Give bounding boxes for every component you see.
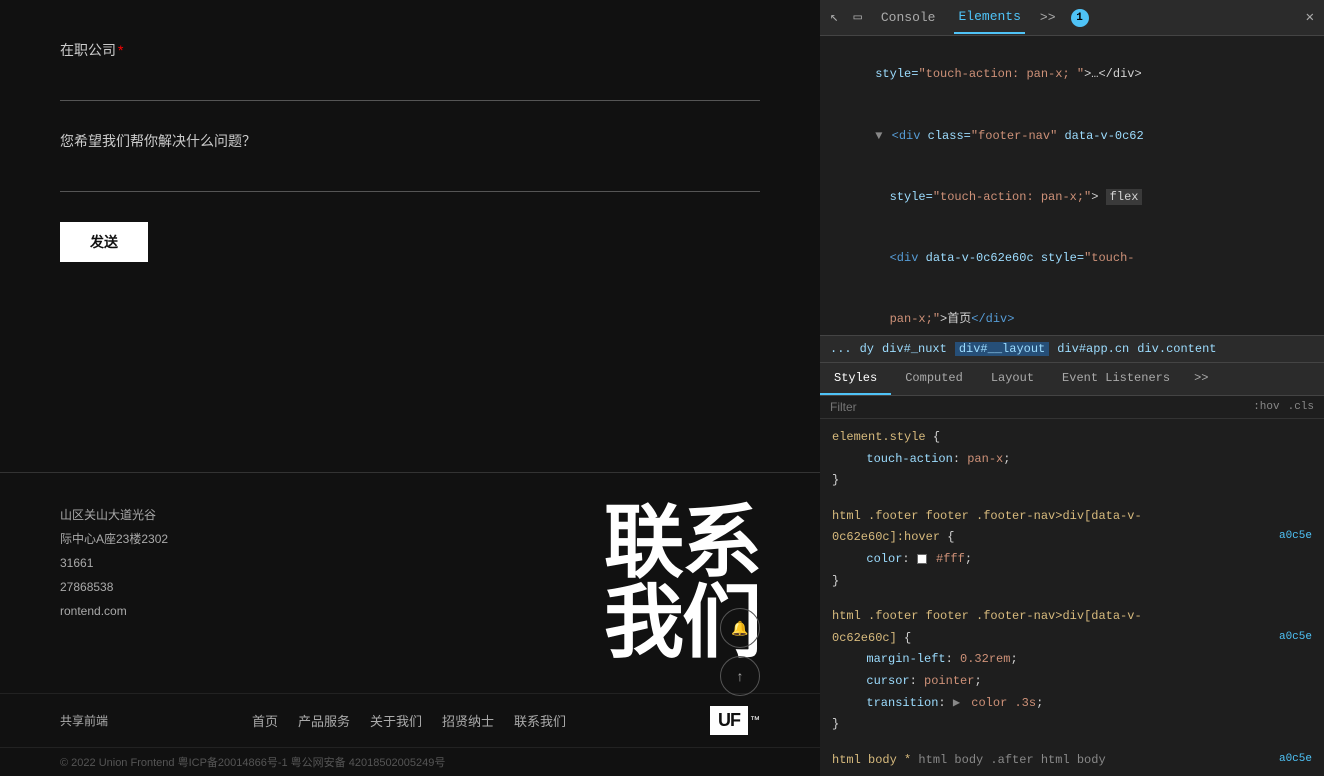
more-style-tabs[interactable]: >> xyxy=(1184,363,1218,395)
copyright-bar: © 2022 Union Frontend 粤ICP备20014866号-1 粤… xyxy=(0,747,820,776)
html-line-5: pan-x;">首页</div> xyxy=(832,289,1312,336)
uf-logo-text: UF xyxy=(710,706,748,735)
uf-logo: UF ™ xyxy=(710,706,760,735)
hov-button[interactable]: :hov xyxy=(1253,401,1279,413)
tab-layout[interactable]: Layout xyxy=(977,363,1048,395)
css-link-1[interactable]: a0c5e xyxy=(1279,527,1312,547)
scroll-controls: 🔔 ↑ xyxy=(720,608,760,696)
breadcrumb-bar: ... dy div#_nuxt div#__layout div#app.cn… xyxy=(820,336,1324,363)
notification-btn[interactable]: 🔔 xyxy=(720,608,760,648)
submit-button[interactable]: 发送 xyxy=(60,222,148,262)
question-input[interactable] xyxy=(60,159,760,192)
tab-event-listeners[interactable]: Event Listeners xyxy=(1048,363,1184,395)
css-link-2[interactable]: a0c5e xyxy=(1279,628,1312,648)
nav-recruit[interactable]: 招贤纳士 xyxy=(442,711,494,730)
question-label: 您希望我们帮你解决什么问题？ xyxy=(60,131,760,151)
uf-trademark: ™ xyxy=(750,715,760,726)
mobile-icon[interactable]: ▭ xyxy=(853,9,861,26)
breadcrumb-content[interactable]: div.content xyxy=(1137,342,1216,356)
css-rule-hover: html .footer footer .footer-nav>div[data… xyxy=(832,506,1312,592)
phone1: 31661 xyxy=(60,551,168,575)
share-label: 共享前端 xyxy=(60,712,108,729)
css-rule-element-style: element.style { touch-action: pan-x; } xyxy=(832,427,1312,492)
scroll-top-btn[interactable]: ↑ xyxy=(720,656,760,696)
breadcrumb-layout[interactable]: div#__layout xyxy=(955,342,1049,356)
company-input[interactable] xyxy=(60,68,760,101)
styles-section: Styles Computed Layout Event Listeners >… xyxy=(820,363,1324,776)
html-line-4: <div data-v-0c62e60c style="touch- xyxy=(832,228,1312,289)
address-line1: 山区关山大道光谷 xyxy=(60,503,168,527)
question-field: 您希望我们帮你解决什么问题？ xyxy=(60,131,760,192)
footer-nav-bar: 共享前端 首页 产品服务 关于我们 招贤纳士 联系我们 UF ™ xyxy=(0,693,820,747)
breadcrumb-dy[interactable]: dy xyxy=(860,342,874,356)
filter-input[interactable] xyxy=(830,400,1253,414)
footer-contact: 山区关山大道光谷 际中心A座23楼2302 31661 27868538 ron… xyxy=(60,503,168,623)
email: rontend.com xyxy=(60,599,168,623)
cls-button[interactable]: .cls xyxy=(1288,401,1314,413)
phone2: 27868538 xyxy=(60,575,168,599)
css-link-3[interactable]: a0c5e xyxy=(1279,750,1312,770)
html-line-2: ▼ <div class="footer-nav" data-v-0c62 xyxy=(832,105,1312,166)
breadcrumb-app[interactable]: div#app.cn xyxy=(1057,342,1129,356)
css-rule-html-body: html body * html body .after html body a… xyxy=(832,750,1312,772)
devtools-toolbar: ↖ ▭ Console Elements >> 1 ✕ xyxy=(820,0,1324,36)
cursor-icon[interactable]: ↖ xyxy=(830,9,838,26)
html-line-3: style="touch-action: pan-x;"> flex xyxy=(832,166,1312,227)
chat-badge: 1 xyxy=(1071,9,1089,27)
filter-bar: :hov .cls xyxy=(820,396,1324,419)
nav-home[interactable]: 首页 xyxy=(252,711,278,730)
hero-line1: 联系 xyxy=(604,503,760,583)
footer-section: 山区关山大道光谷 际中心A座23楼2302 31661 27868538 ron… xyxy=(0,472,820,693)
styles-tabs: Styles Computed Layout Event Listeners >… xyxy=(820,363,1324,396)
form-section: 在职公司* 您希望我们帮你解决什么问题？ 发送 xyxy=(0,0,820,472)
styles-content[interactable]: element.style { touch-action: pan-x; } h… xyxy=(820,419,1324,776)
copyright-text: © 2022 Union Frontend 粤ICP备20014866号-1 粤… xyxy=(60,754,760,770)
breadcrumb-nuxt[interactable]: div#_nuxt xyxy=(882,342,947,356)
devtools-panel: ↖ ▭ Console Elements >> 1 ✕ style="touch… xyxy=(820,0,1324,776)
breadcrumb-ellipsis[interactable]: ... xyxy=(830,342,852,356)
color-swatch-white xyxy=(917,554,927,564)
tab-console[interactable]: Console xyxy=(877,2,940,33)
css-rule-normal: html .footer footer .footer-nav>div[data… xyxy=(832,606,1312,736)
html-line-1: style="touch-action: pan-x; ">…</div> xyxy=(832,44,1312,105)
nav-products[interactable]: 产品服务 xyxy=(298,711,350,730)
company-label: 在职公司* xyxy=(60,40,760,60)
more-tabs-icon[interactable]: >> xyxy=(1040,10,1056,25)
tab-elements[interactable]: Elements xyxy=(954,1,1024,34)
address-line2: 际中心A座23楼2302 xyxy=(60,527,168,551)
nav-contact[interactable]: 联系我们 xyxy=(514,711,566,730)
tab-styles[interactable]: Styles xyxy=(820,363,891,395)
website-panel: 在职公司* 您希望我们帮你解决什么问题？ 发送 山区关山大道光谷 际中心A座23… xyxy=(0,0,820,776)
html-viewer[interactable]: style="touch-action: pan-x; ">…</div> ▼ … xyxy=(820,36,1324,336)
footer-nav-links: 首页 产品服务 关于我们 招贤纳士 联系我们 xyxy=(252,711,566,730)
close-icon[interactable]: ✕ xyxy=(1306,9,1314,26)
company-field: 在职公司* xyxy=(60,40,760,101)
tab-computed[interactable]: Computed xyxy=(891,363,977,395)
nav-about[interactable]: 关于我们 xyxy=(370,711,422,730)
